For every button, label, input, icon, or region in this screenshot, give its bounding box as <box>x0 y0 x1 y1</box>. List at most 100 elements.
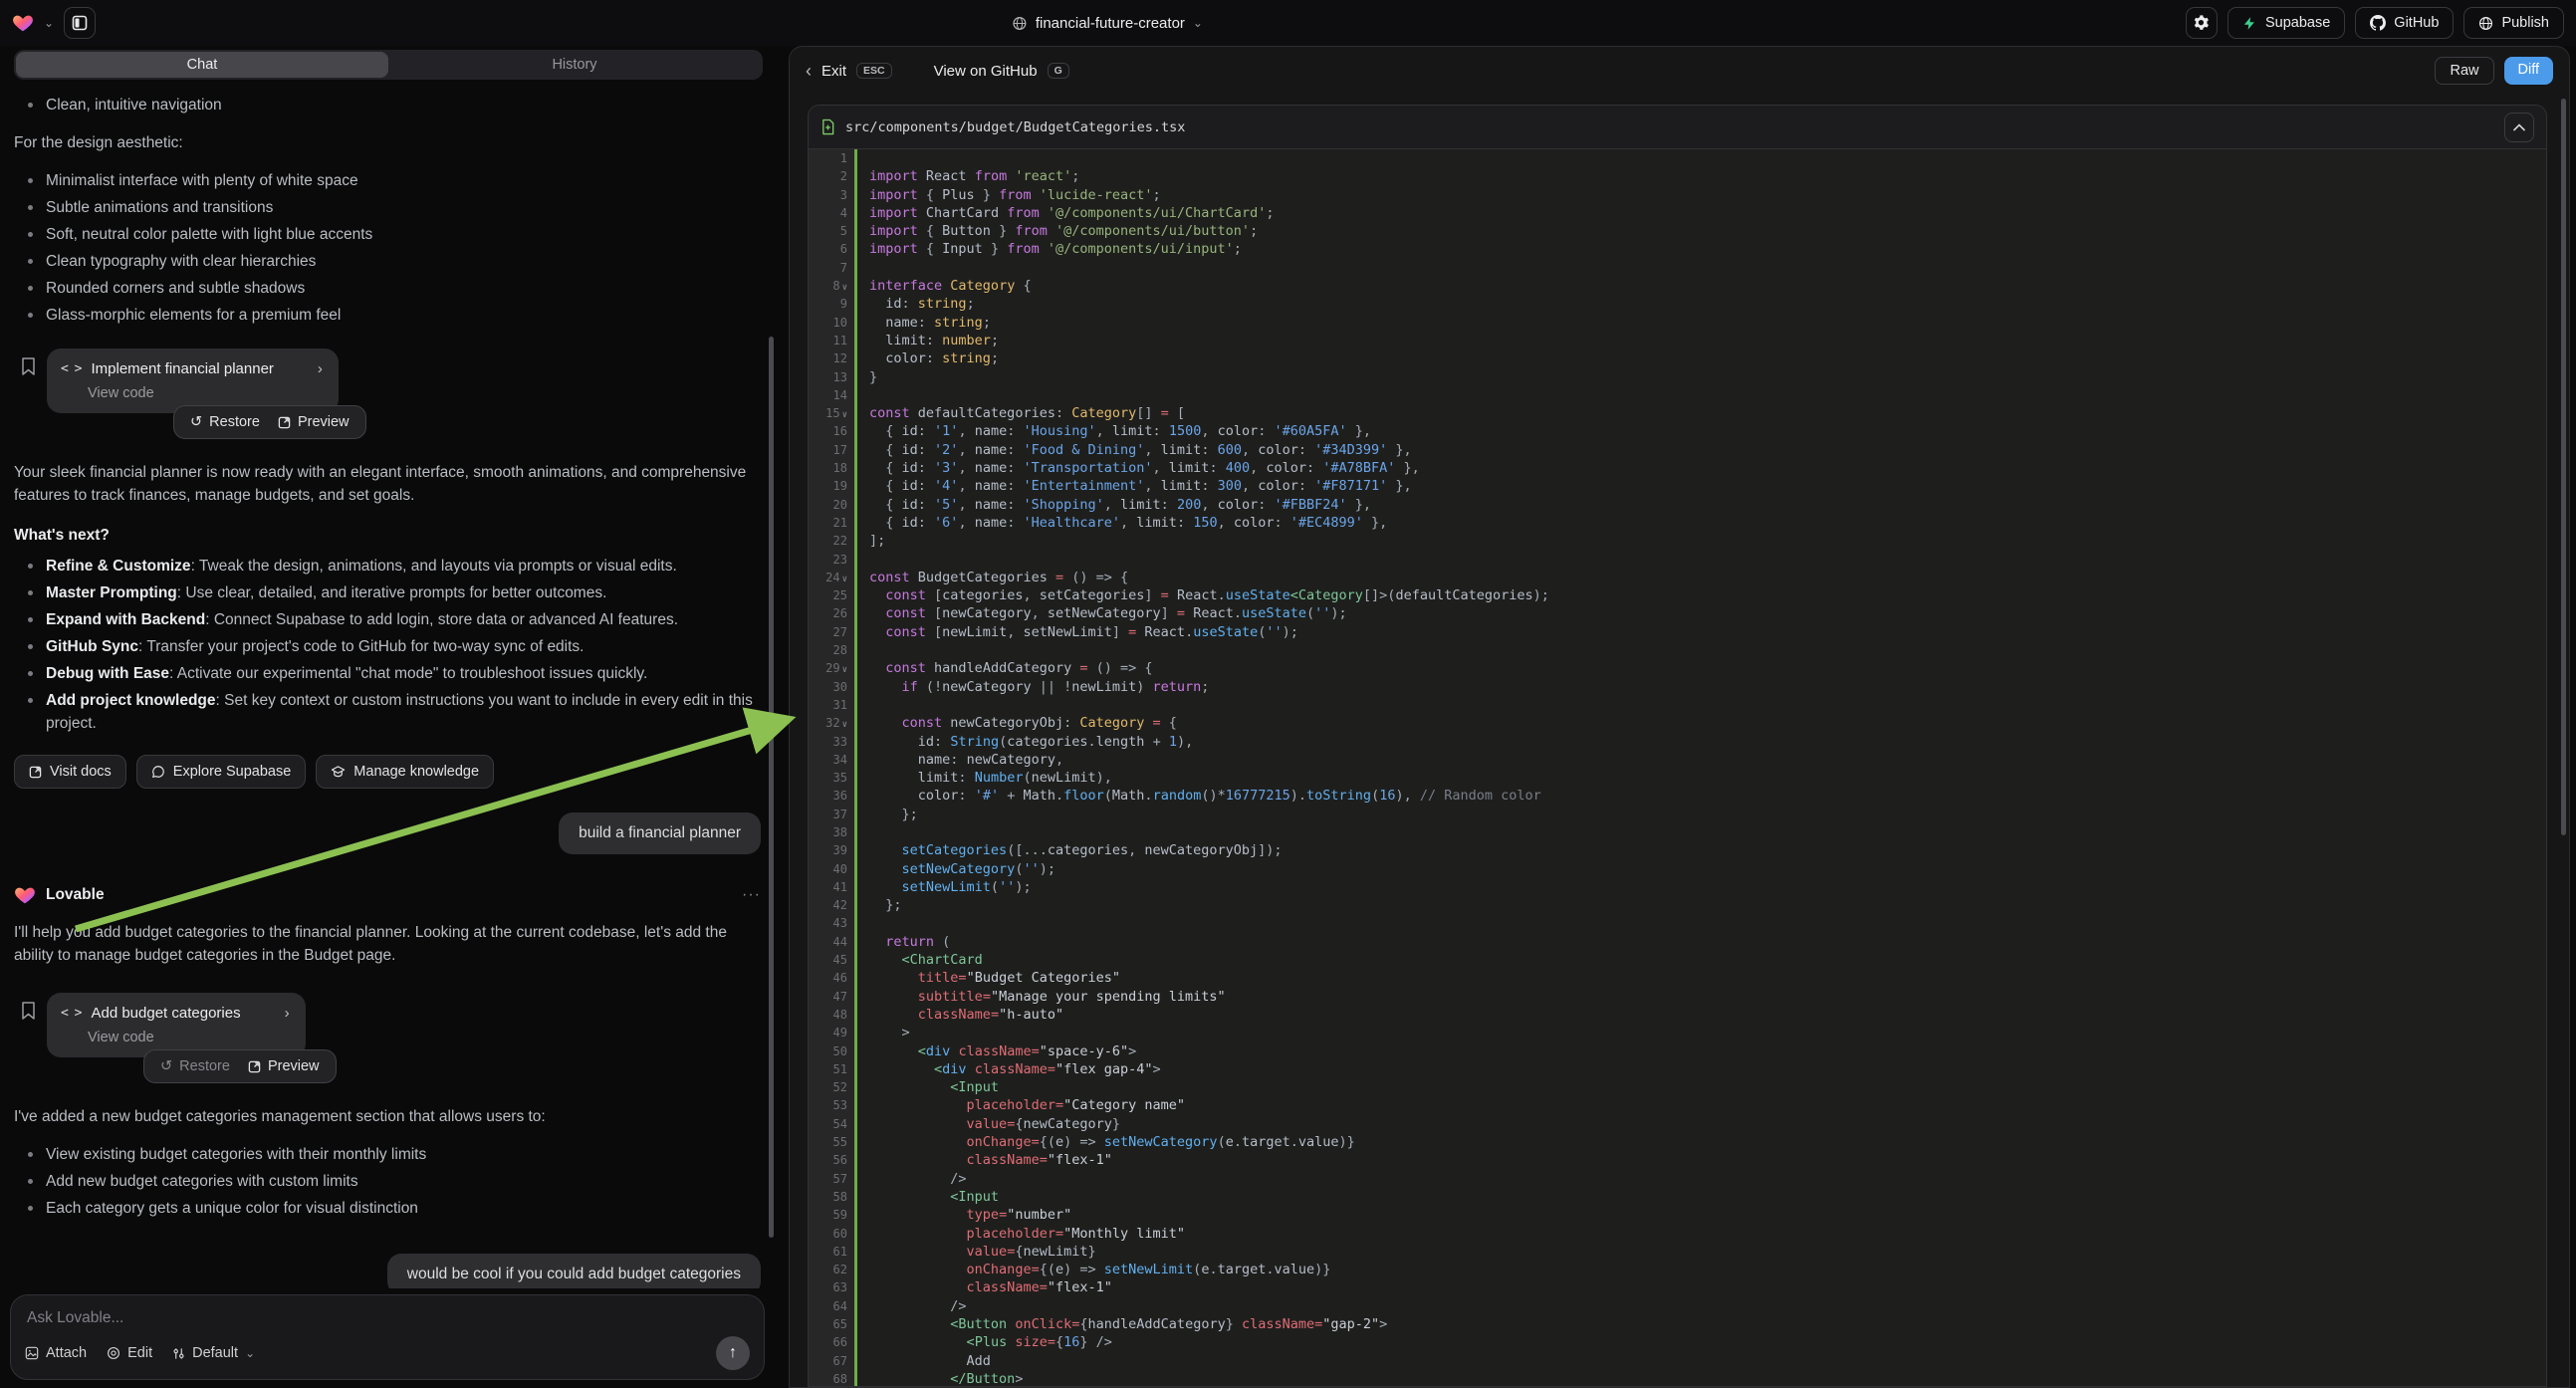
code-line: 34 name: newCategory, <box>809 751 2546 769</box>
line-number: 27 <box>809 623 854 641</box>
code-line: 39 setCategories([...categories, newCate… <box>809 841 2546 859</box>
code-line: 31 <box>809 696 2546 714</box>
lovable-logo-icon[interactable] <box>12 12 34 34</box>
mode-label: Default <box>192 1345 238 1361</box>
line-number: 29∨ <box>809 659 854 677</box>
send-button[interactable]: ↑ <box>716 1336 750 1370</box>
fold-chevron-icon[interactable]: ∨ <box>842 720 847 730</box>
code-content: > <box>854 1024 2546 1041</box>
message-more-button[interactable]: ··· <box>742 886 761 904</box>
code-content <box>854 149 2546 167</box>
code-line: 60 placeholder="Monthly limit" <box>809 1225 2546 1243</box>
preview-label: Preview <box>298 414 350 430</box>
line-number: 14 <box>809 386 854 404</box>
code-line: 10 name: string; <box>809 314 2546 332</box>
code-content: subtitle="Manage your spending limits" <box>854 988 2546 1006</box>
settings-button[interactable] <box>2186 7 2218 39</box>
chevron-right-icon[interactable]: › <box>285 1005 290 1022</box>
line-number: 7 <box>809 259 854 277</box>
tab-history[interactable]: History <box>388 52 761 78</box>
code-content: return ( <box>854 933 2546 951</box>
code-line: 18 { id: '3', name: 'Transportation', li… <box>809 459 2546 477</box>
editor-scrollbar[interactable] <box>2561 99 2566 835</box>
file-diff-card: src/components/budget/BudgetCategories.t… <box>808 105 2547 1387</box>
restore-icon: ↺ <box>190 414 202 430</box>
code-line: 24∨const BudgetCategories = () => { <box>809 569 2546 586</box>
esc-kbd-badge: ESC <box>856 63 892 79</box>
line-number: 50 <box>809 1042 854 1060</box>
supabase-button[interactable]: Supabase <box>2227 7 2345 39</box>
chat-scrollbar[interactable] <box>769 337 774 1238</box>
view-on-github-button[interactable]: View on GitHub <box>934 63 1038 80</box>
version-card-2[interactable]: < > Add budget categories › View code <box>47 993 306 1057</box>
restore-button[interactable]: ↺ Restore <box>160 1058 230 1074</box>
tab-chat[interactable]: Chat <box>16 52 388 78</box>
preview-button[interactable]: Preview <box>278 414 350 430</box>
code-content: } <box>854 368 2546 386</box>
bookmark-icon[interactable] <box>20 1001 37 1021</box>
diff-toggle-button[interactable]: Diff <box>2504 57 2554 85</box>
view-code-link[interactable]: View code <box>88 1030 290 1045</box>
project-switcher[interactable]: financial-future-creator ⌄ <box>1013 0 1203 46</box>
code-content: id: string; <box>854 295 2546 313</box>
code-content <box>854 551 2546 569</box>
fold-chevron-icon[interactable]: ∨ <box>842 283 847 293</box>
line-number: 3 <box>809 186 854 204</box>
code-content: const defaultCategories: Category[] = [ <box>854 404 2546 422</box>
line-number: 46 <box>809 969 854 987</box>
code-content: Add <box>854 1352 2546 1370</box>
added-bullet-list: View existing budget categories with the… <box>14 1143 761 1220</box>
chat-input[interactable] <box>27 1309 748 1327</box>
manage-knowledge-button[interactable]: Manage knowledge <box>316 755 494 789</box>
github-icon <box>2370 15 2386 31</box>
version-card-1[interactable]: < > Implement financial planner › View c… <box>47 348 339 413</box>
line-number: 53 <box>809 1096 854 1114</box>
mode-select[interactable]: Default ⌄ <box>172 1345 255 1361</box>
line-number: 57 <box>809 1170 854 1188</box>
fold-chevron-icon[interactable]: ∨ <box>842 575 847 584</box>
list-item: GitHub Sync: Transfer your project's cod… <box>14 635 761 658</box>
chevron-left-icon[interactable]: ‹ <box>806 61 812 82</box>
code-view-header: ‹ Exit ESC View on GitHub G Raw Diff <box>790 47 2569 95</box>
attach-button[interactable]: Attach <box>25 1345 87 1361</box>
publish-button[interactable]: Publish <box>2463 7 2564 39</box>
code-content: const [newLimit, setNewLimit] = React.us… <box>854 623 2546 641</box>
code-content: ]; <box>854 532 2546 550</box>
line-number: 61 <box>809 1243 854 1261</box>
list-item: Add project knowledge: Set key context o… <box>14 689 761 735</box>
workspace-chevron-icon[interactable]: ⌄ <box>44 16 54 30</box>
file-header[interactable]: src/components/budget/BudgetCategories.t… <box>809 106 2546 149</box>
restore-button[interactable]: ↺ Restore <box>190 414 260 430</box>
line-number: 15∨ <box>809 404 854 422</box>
raw-toggle-button[interactable]: Raw <box>2435 57 2493 85</box>
view-code-link[interactable]: View code <box>88 385 323 401</box>
external-link-icon <box>29 766 42 779</box>
code-content: import { Input } from '@/components/ui/i… <box>854 240 2546 258</box>
code-line: 30 if (!newCategory || !newLimit) return… <box>809 678 2546 696</box>
exit-button[interactable]: Exit <box>821 63 846 80</box>
list-item: Soft, neutral color palette with light b… <box>14 223 761 246</box>
code-line: 58 <Input <box>809 1188 2546 1206</box>
toggle-sidebar-button[interactable] <box>64 7 96 39</box>
chevron-right-icon[interactable]: › <box>318 360 323 377</box>
github-button[interactable]: GitHub <box>2355 7 2454 39</box>
code-content <box>854 641 2546 659</box>
supabase-label: Supabase <box>2265 15 2330 31</box>
collapse-file-button[interactable] <box>2504 113 2534 142</box>
line-number: 17 <box>809 441 854 459</box>
version-actions-2: ↺ Restore Preview <box>143 1049 337 1083</box>
fold-chevron-icon[interactable]: ∨ <box>842 665 847 675</box>
code-line: 44 return ( <box>809 933 2546 951</box>
line-number: 10 <box>809 314 854 332</box>
assistant-message-header: Lovable ··· <box>14 884 761 906</box>
line-number: 23 <box>809 551 854 569</box>
chat-history-tabs: Chat History <box>14 50 763 80</box>
explore-supabase-button[interactable]: Explore Supabase <box>136 755 307 789</box>
visit-docs-button[interactable]: Visit docs <box>14 755 126 789</box>
preview-button[interactable]: Preview <box>248 1058 320 1074</box>
assistant-name: Lovable <box>46 886 105 904</box>
publish-label: Publish <box>2501 15 2549 31</box>
fold-chevron-icon[interactable]: ∨ <box>842 410 847 420</box>
edit-button[interactable]: Edit <box>107 1345 152 1361</box>
bookmark-icon[interactable] <box>20 356 37 376</box>
